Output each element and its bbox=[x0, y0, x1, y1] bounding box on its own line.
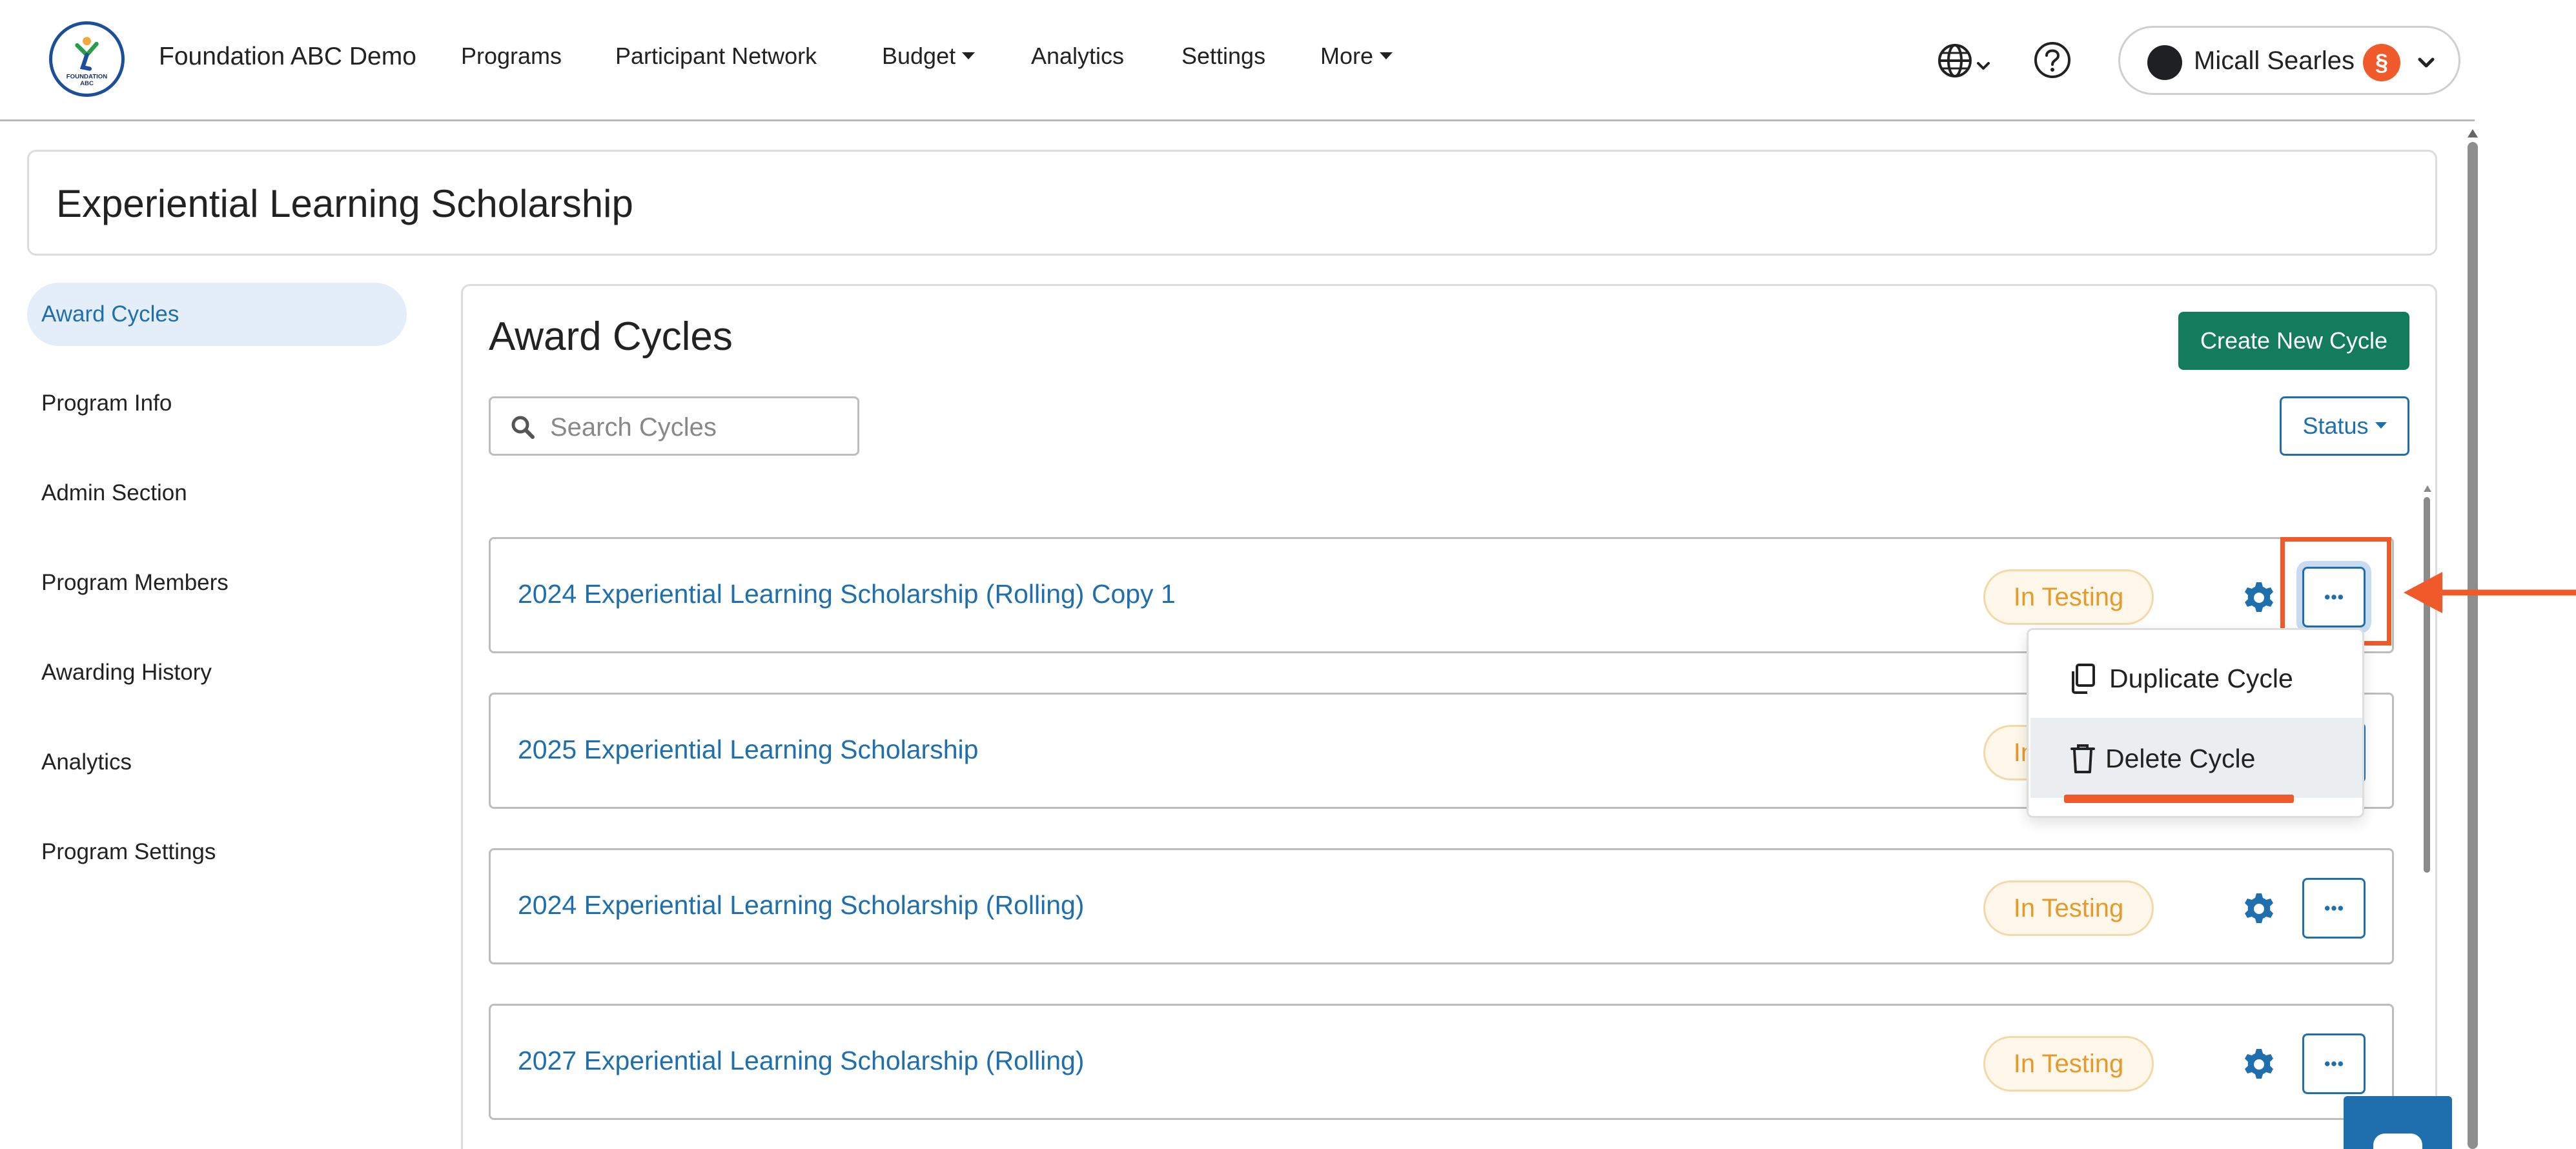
create-new-cycle-button[interactable]: Create New Cycle bbox=[2178, 312, 2409, 370]
gear-icon[interactable] bbox=[2242, 580, 2276, 615]
svg-text:FOUNDATION: FOUNDATION bbox=[66, 73, 107, 80]
gear-icon[interactable] bbox=[2242, 891, 2276, 926]
search-input[interactable] bbox=[550, 411, 847, 443]
chevron-down-icon bbox=[2418, 57, 2435, 68]
gear-icon[interactable] bbox=[2242, 1047, 2276, 1082]
copy-icon bbox=[2072, 664, 2095, 694]
list-scrollbar[interactable] bbox=[2424, 497, 2430, 873]
nav-participant-network[interactable]: Participant Network bbox=[615, 43, 817, 70]
org-name[interactable]: Foundation ABC Demo bbox=[159, 43, 416, 71]
page-scrollbar[interactable] bbox=[2468, 142, 2478, 1149]
menu-item-duplicate-cycle[interactable]: Duplicate Cycle bbox=[2030, 638, 2362, 718]
help-icon[interactable] bbox=[2032, 40, 2072, 80]
user-badge-icon: § bbox=[2363, 44, 2400, 81]
nav-label: Analytics bbox=[1031, 43, 1125, 69]
trash-icon bbox=[2070, 744, 2095, 773]
logo-icon: FOUNDATION ABC bbox=[54, 26, 120, 92]
nav-more[interactable]: More bbox=[1320, 43, 1393, 70]
status-filter-button[interactable]: Status bbox=[2280, 396, 2409, 456]
table-row: 2027 Experiential Learning Scholarship (… bbox=[489, 1004, 2394, 1120]
menu-item-label: Duplicate Cycle bbox=[2109, 664, 2293, 693]
table-row: 2024 Experiential Learning Scholarship (… bbox=[489, 848, 2394, 964]
search-icon bbox=[511, 416, 535, 439]
caret-down-icon bbox=[1380, 52, 1393, 59]
avatar bbox=[2147, 45, 2182, 80]
top-navbar: FOUNDATION ABC Foundation ABC Demo Progr… bbox=[0, 0, 2475, 121]
status-badge: In Testing bbox=[1983, 880, 2154, 936]
sidebar-item-admin-section[interactable]: Admin Section bbox=[27, 462, 407, 525]
cycle-link[interactable]: 2025 Experiential Learning Scholarship bbox=[518, 735, 978, 765]
svg-text:ABC: ABC bbox=[80, 80, 94, 87]
status-badge: In Testing bbox=[1983, 1036, 2154, 1092]
sidebar-item-program-info[interactable]: Program Info bbox=[27, 372, 407, 435]
foundation-logo[interactable]: FOUNDATION ABC bbox=[49, 21, 125, 97]
user-name: Micall Searles bbox=[2194, 46, 2355, 75]
sidebar-item-awarding-history[interactable]: Awarding History bbox=[27, 641, 407, 704]
ellipsis-icon bbox=[2324, 906, 2344, 911]
cycle-link[interactable]: 2024 Experiential Learning Scholarship (… bbox=[518, 579, 1176, 609]
annotation-underline bbox=[2064, 795, 2294, 803]
chat-bubble-icon bbox=[2373, 1134, 2422, 1149]
nav-label: Participant Network bbox=[615, 43, 817, 69]
search-box[interactable] bbox=[489, 396, 859, 456]
cycle-link[interactable]: 2027 Experiential Learning Scholarship (… bbox=[518, 1046, 1084, 1076]
nav-label: Budget bbox=[882, 43, 956, 69]
menu-item-delete-cycle[interactable]: Delete Cycle bbox=[2030, 718, 2362, 798]
caret-down-icon bbox=[2375, 422, 2387, 429]
nav-label: More bbox=[1320, 43, 1374, 69]
section-title: Award Cycles bbox=[489, 314, 733, 359]
nav-settings[interactable]: Settings bbox=[1181, 43, 1265, 70]
ellipsis-icon bbox=[2324, 1061, 2344, 1066]
menu-item-label: Delete Cycle bbox=[2105, 744, 2256, 773]
page-title: Experiential Learning Scholarship bbox=[56, 182, 633, 225]
page-scroll-up-arrow[interactable] bbox=[2468, 129, 2478, 137]
cycle-options-menu: Duplicate Cycle Delete Cycle bbox=[2027, 628, 2364, 818]
cycle-link[interactable]: 2024 Experiential Learning Scholarship (… bbox=[518, 890, 1084, 920]
nav-analytics[interactable]: Analytics bbox=[1031, 43, 1124, 70]
globe-icon[interactable] bbox=[1936, 40, 1998, 81]
annotation-arrow-icon bbox=[2404, 572, 2576, 613]
sidebar-item-program-members[interactable]: Program Members bbox=[27, 551, 407, 615]
sidebar-item-award-cycles[interactable]: Award Cycles bbox=[27, 283, 407, 346]
sidebar-item-analytics[interactable]: Analytics bbox=[27, 731, 407, 794]
nav-label: Settings bbox=[1181, 43, 1266, 69]
status-filter-label: Status bbox=[2302, 412, 2369, 439]
list-scroll-up-arrow[interactable] bbox=[2424, 485, 2431, 492]
more-options-button[interactable] bbox=[2302, 1033, 2366, 1094]
nav-programs[interactable]: Programs bbox=[461, 43, 562, 70]
caret-down-icon bbox=[962, 52, 976, 59]
sidebar-item-program-settings[interactable]: Program Settings bbox=[27, 820, 407, 884]
chat-widget-button[interactable] bbox=[2344, 1096, 2452, 1149]
nav-label: Programs bbox=[461, 43, 562, 69]
program-title-card: Experiential Learning Scholarship bbox=[27, 150, 2437, 256]
nav-budget[interactable]: Budget bbox=[882, 43, 976, 70]
more-options-button[interactable] bbox=[2302, 878, 2366, 939]
status-badge: In Testing bbox=[1983, 569, 2154, 625]
user-menu[interactable]: Micall Searles § bbox=[2118, 26, 2460, 95]
